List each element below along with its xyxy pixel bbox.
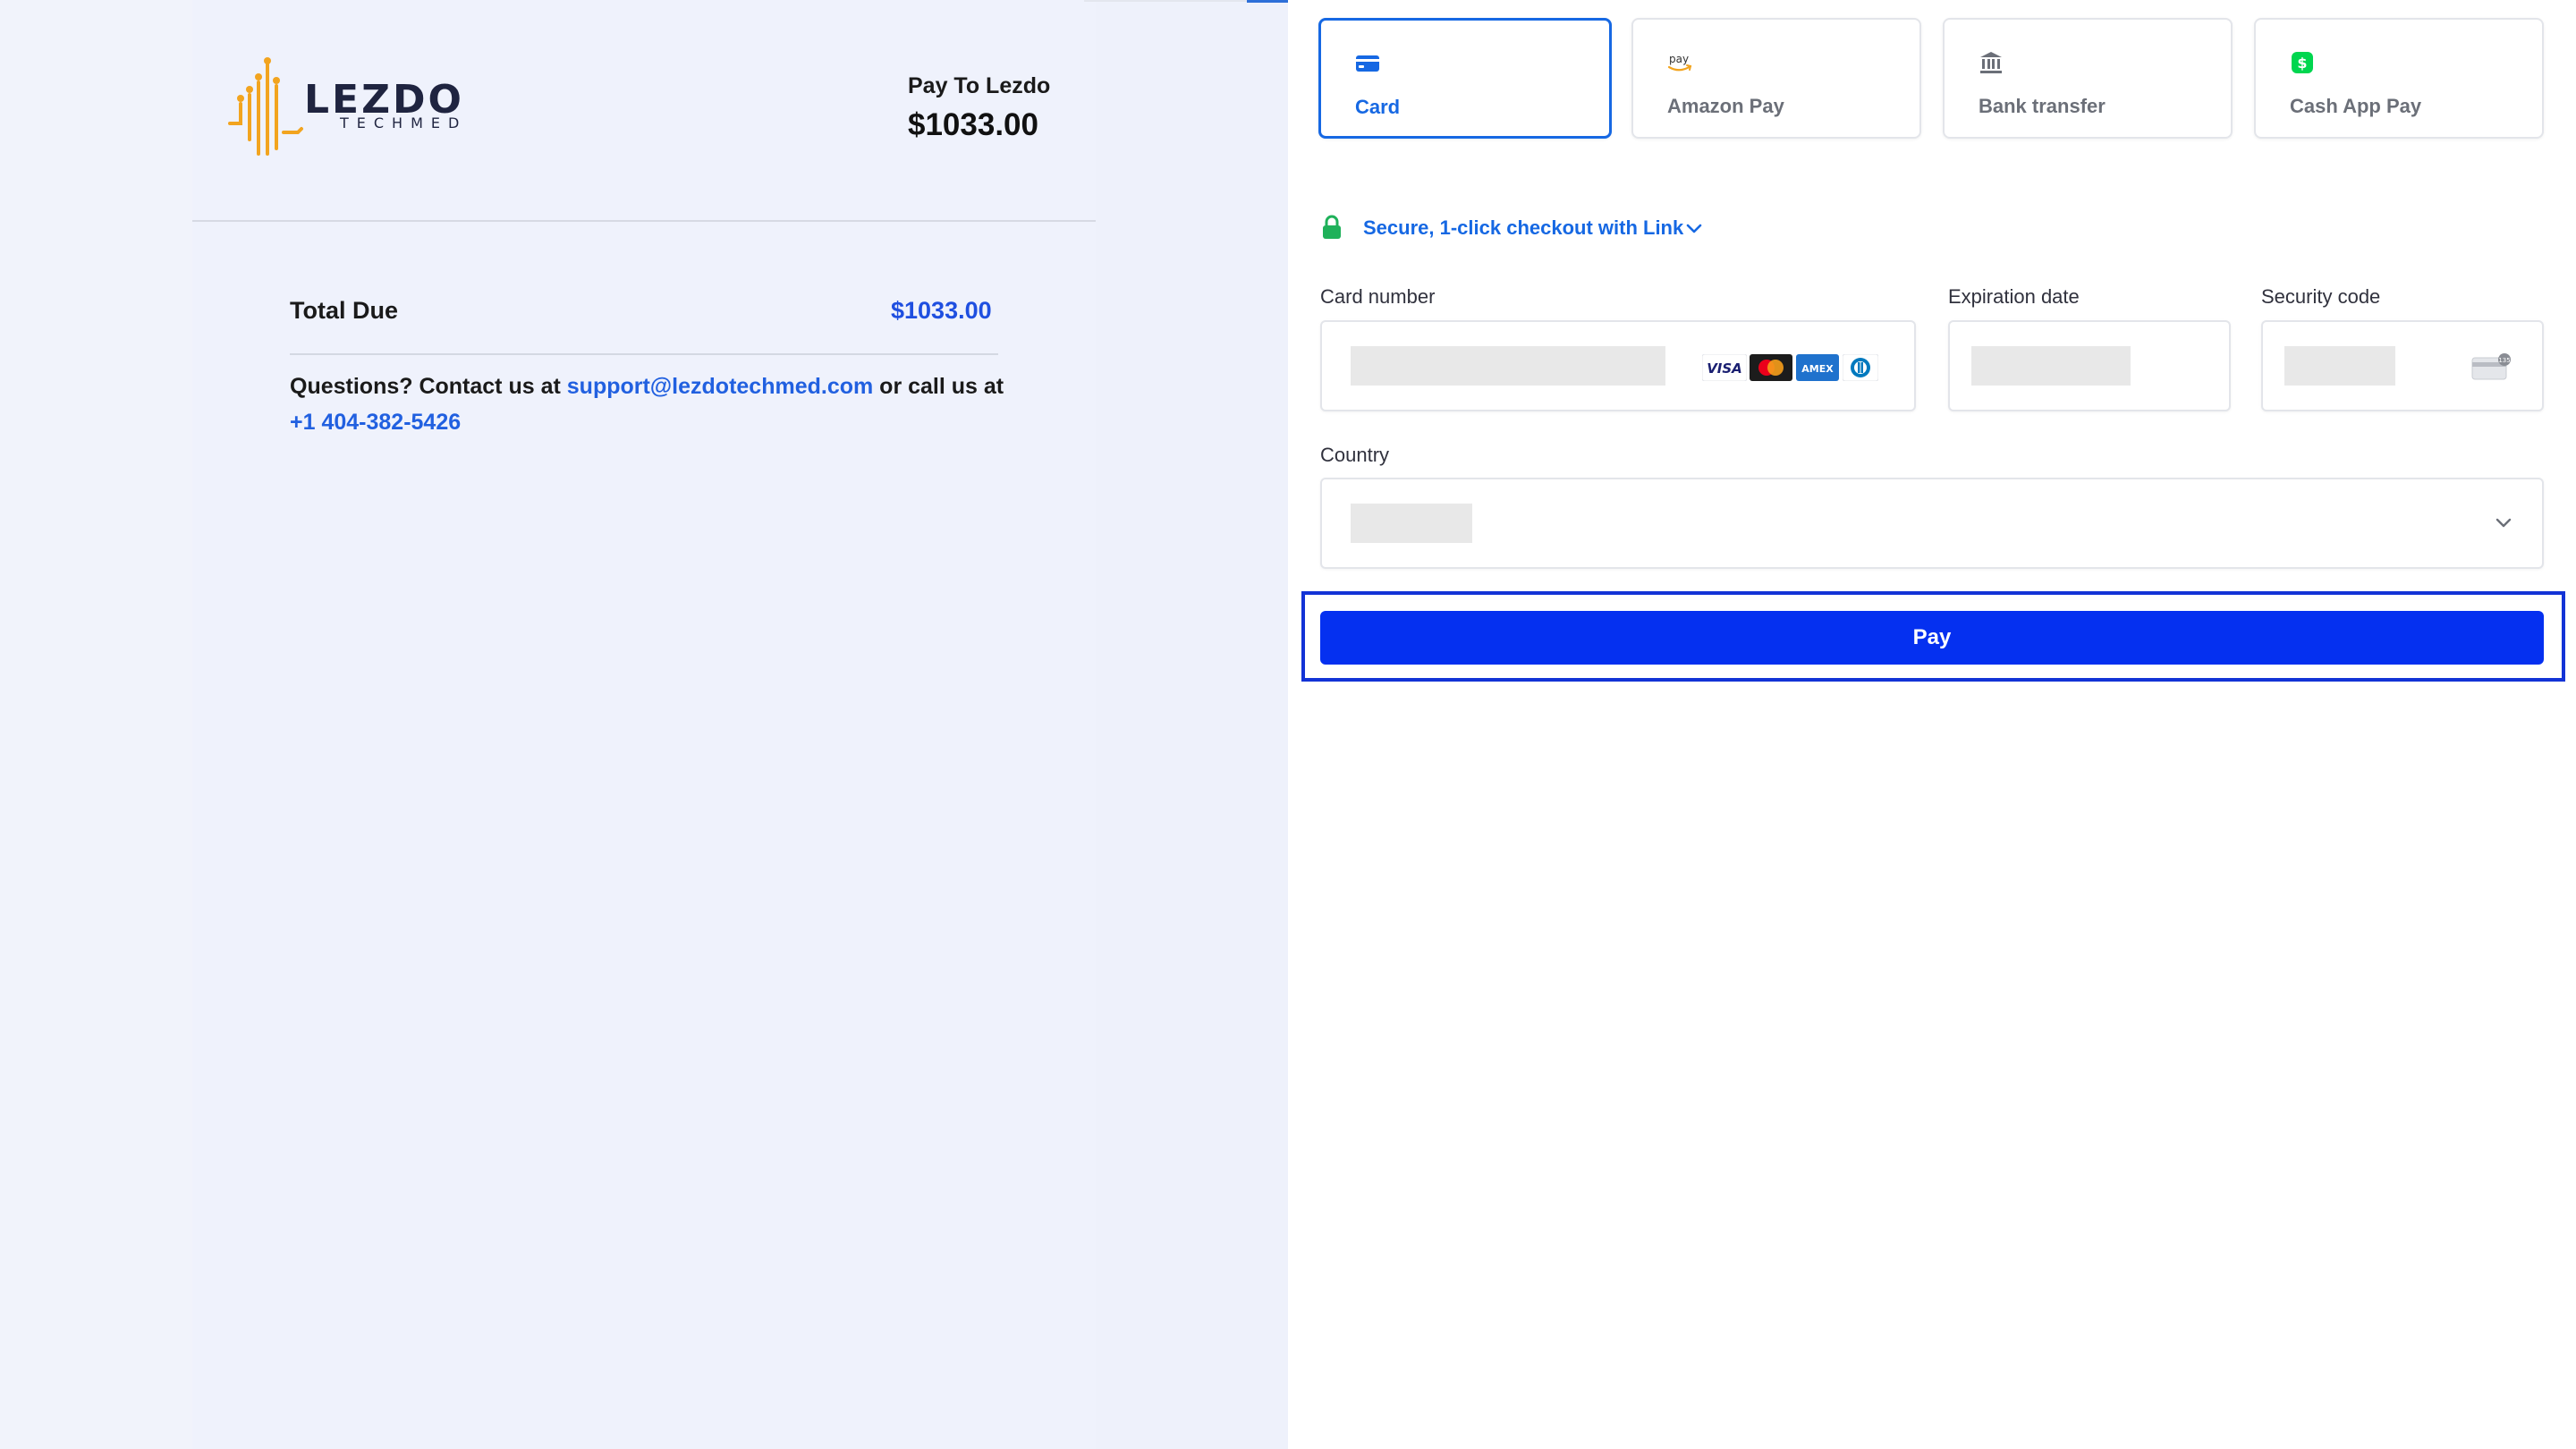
svg-text:pay: pay xyxy=(1669,53,1689,65)
top-edge-line xyxy=(1084,0,1247,2)
contact-middle: or call us at xyxy=(873,374,1004,399)
order-summary-pane xyxy=(0,0,1288,1449)
amex-icon: AMEX xyxy=(1796,354,1839,381)
pay-to-label: Pay To Lezdo xyxy=(908,73,1051,98)
expiration-date-input[interactable] xyxy=(1948,320,2231,411)
chevron-down-icon[interactable] xyxy=(2494,516,2513,530)
total-divider xyxy=(290,353,998,355)
tab-bank-transfer[interactable]: Bank transfer xyxy=(1943,18,2233,139)
country-select[interactable] xyxy=(1320,478,2544,569)
expiration-date-placeholder xyxy=(1971,346,2131,386)
chevron-down-icon[interactable] xyxy=(1685,222,1703,236)
card-number-label: Card number xyxy=(1320,285,1436,308)
card-number-input[interactable]: VISA AMEX xyxy=(1320,320,1916,411)
svg-text:VISA: VISA xyxy=(1707,360,1742,377)
left-margin xyxy=(0,0,192,1449)
link-checkout-toggle[interactable]: Secure, 1-click checkout with Link xyxy=(1363,216,1683,240)
support-phone-link[interactable]: +1 404-382-5426 xyxy=(290,410,461,435)
tab-cash-app-pay-label: Cash App Pay xyxy=(2290,95,2422,117)
cash-app-icon: $ xyxy=(2292,52,2313,73)
total-due-amount: $1033.00 xyxy=(891,297,992,324)
total-due-label: Total Due xyxy=(290,297,398,324)
country-placeholder xyxy=(1351,504,1472,543)
lock-icon xyxy=(1323,215,1341,239)
diners-club-icon xyxy=(1843,354,1878,381)
visa-icon: VISA xyxy=(1702,354,1747,381)
contact-info: Questions? Contact us at support@lezdote… xyxy=(290,369,1032,440)
tab-bank-transfer-label: Bank transfer xyxy=(1979,95,2106,117)
tab-card-label: Card xyxy=(1355,96,1401,118)
cvc-card-icon: 135 xyxy=(2471,353,2511,380)
support-email-link[interactable]: support@lezdotechmed.com xyxy=(567,374,873,399)
contact-prefix: Questions? Contact us at xyxy=(290,374,567,399)
summary-panel xyxy=(192,0,1096,1449)
card-number-placeholder xyxy=(1351,346,1665,386)
amazon-pay-icon: pay xyxy=(1667,53,1692,72)
tab-cash-app-pay[interactable]: $ Cash App Pay xyxy=(2254,18,2544,139)
expiration-date-label: Expiration date xyxy=(1948,285,2080,308)
tab-card[interactable]: Card xyxy=(1318,18,1612,139)
header-divider xyxy=(192,220,1096,222)
svg-text:$: $ xyxy=(2297,55,2307,72)
mastercard-icon xyxy=(1750,354,1792,381)
security-code-label: Security code xyxy=(2261,285,2381,308)
country-label: Country xyxy=(1320,444,1390,466)
svg-text:AMEX: AMEX xyxy=(1801,363,1834,375)
pay-button[interactable]: Pay xyxy=(1320,611,2544,665)
card-icon xyxy=(1356,55,1379,72)
bank-icon xyxy=(1980,52,2002,73)
logo-subtext: TECHMED xyxy=(340,114,468,131)
security-code-placeholder xyxy=(2284,346,2395,386)
tab-amazon-pay[interactable]: pay Amazon Pay xyxy=(1631,18,1921,139)
tab-amazon-pay-label: Amazon Pay xyxy=(1667,95,1784,117)
security-code-input[interactable]: 135 xyxy=(2261,320,2544,411)
pay-to-amount: $1033.00 xyxy=(908,107,1038,142)
svg-text:135: 135 xyxy=(2498,357,2510,364)
